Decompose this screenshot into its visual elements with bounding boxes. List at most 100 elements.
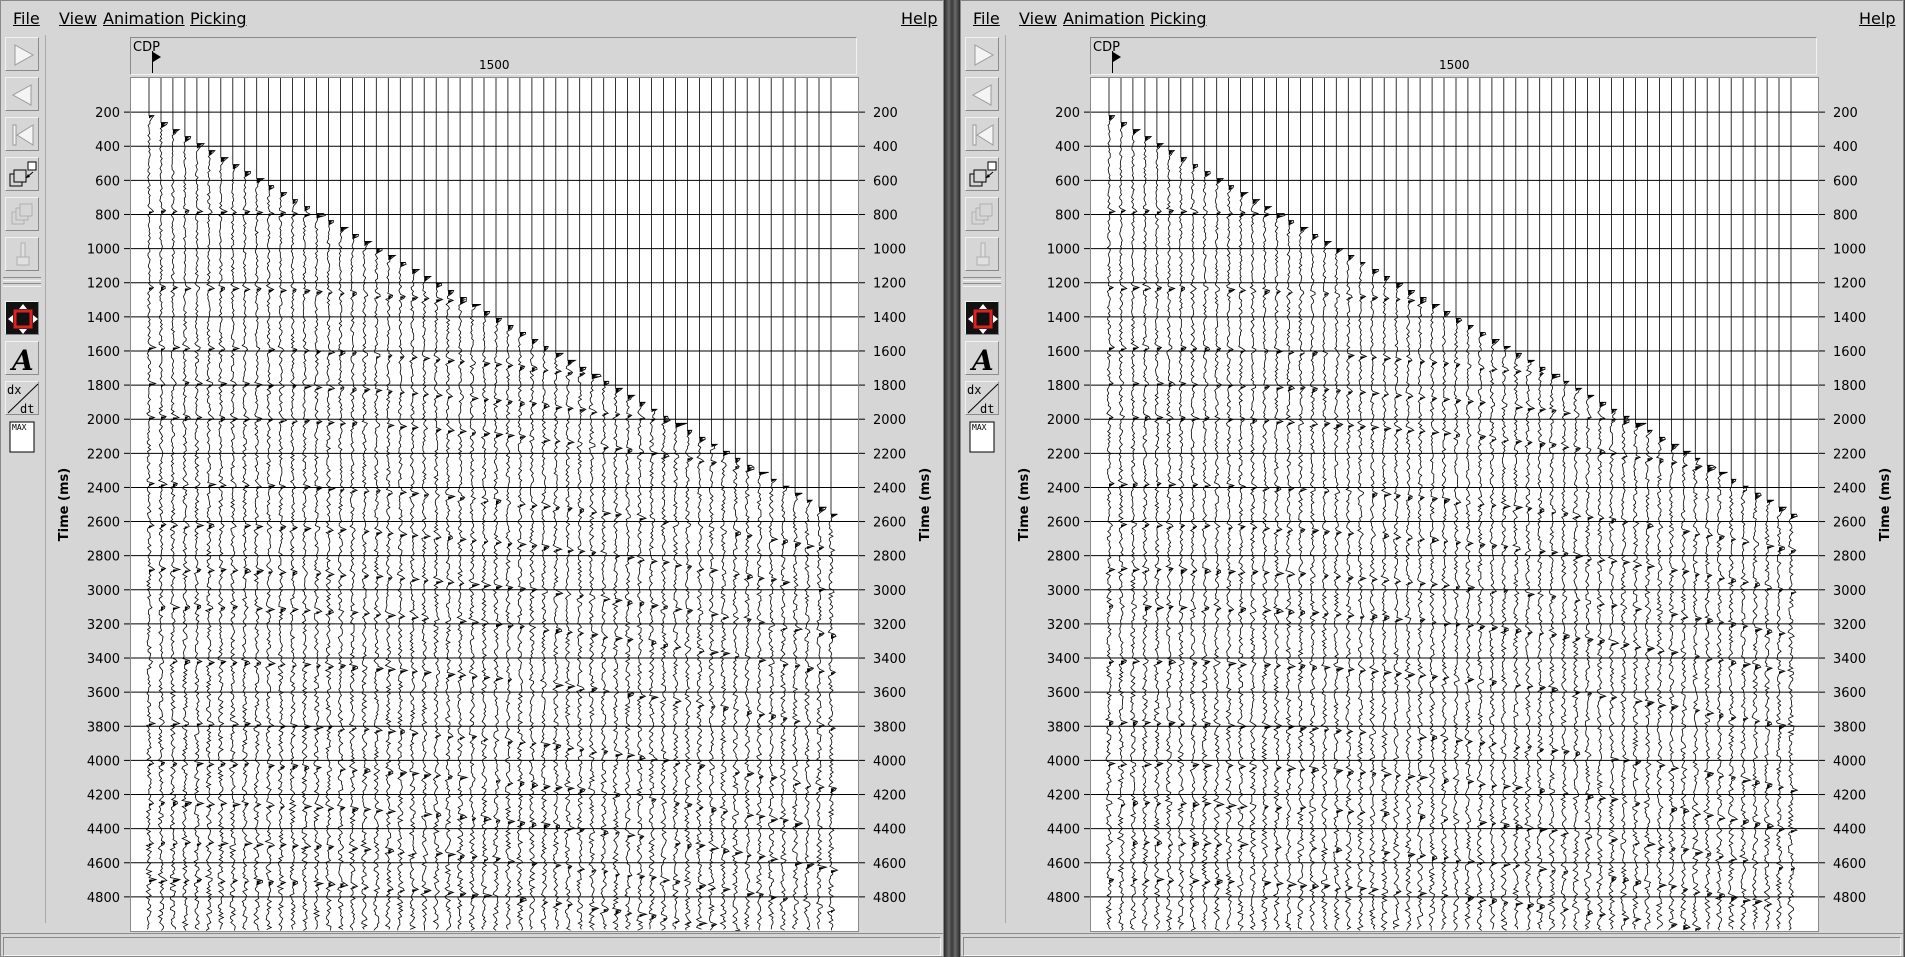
y-tick-label: 2800	[1047, 550, 1080, 565]
status-bar	[961, 933, 1903, 956]
menu-help[interactable]: Help	[901, 9, 937, 28]
seismic-trace	[253, 78, 266, 931]
trace-fill	[783, 486, 790, 902]
dx-dt-slope-icon[interactable]: dx dt	[965, 381, 999, 416]
y-tick-label: 800	[873, 208, 898, 223]
y-tick-label: 1200	[1047, 277, 1080, 292]
annotate-text-icon[interactable]: A	[965, 341, 999, 376]
seismic-trace	[778, 78, 791, 931]
max-amplitude-icon[interactable]: MAX	[965, 419, 999, 453]
y-tick-label: 1000	[1833, 243, 1866, 258]
cdp-marker-icon[interactable]	[1113, 52, 1121, 62]
pan-move-icon[interactable]	[965, 301, 999, 335]
seismic-trace	[707, 78, 720, 931]
menu-file[interactable]: File	[13, 9, 40, 28]
rewind-to-start-icon[interactable]	[965, 117, 999, 151]
y-tick-label: 3600	[1047, 686, 1080, 701]
trace-fill	[579, 367, 586, 873]
y-tick-label: 400	[95, 140, 120, 155]
seismic-trace	[1703, 78, 1717, 930]
y-tick-label: 4800	[1047, 891, 1080, 906]
rewind-to-start-icon[interactable]	[5, 117, 39, 151]
seismic-trace	[1105, 78, 1117, 930]
seismic-trace	[1727, 78, 1739, 930]
trace-fill	[1503, 346, 1511, 906]
y-tick-label: 4000	[87, 754, 120, 769]
y-tick-label: 3400	[873, 652, 906, 667]
max-amplitude-icon[interactable]: MAX	[5, 419, 39, 453]
menu-help[interactable]: Help	[1859, 9, 1895, 28]
menu-file[interactable]: File	[973, 9, 1000, 28]
paintbrush-icon[interactable]	[965, 237, 999, 271]
y-tick-label: 1200	[873, 277, 906, 292]
trace-fill	[460, 297, 468, 897]
y-tick-label: 3400	[87, 652, 120, 667]
y-tick-label: 3200	[873, 618, 906, 633]
stack-windows-icon[interactable]	[5, 197, 39, 231]
pane-divider[interactable]	[944, 0, 960, 957]
seismic-trace	[1607, 78, 1620, 930]
seismic-trace	[217, 78, 230, 930]
seismic-trace	[1595, 78, 1607, 931]
seismic-trace	[695, 78, 708, 930]
seismic-plot[interactable]	[1090, 77, 1819, 932]
zoom-window-icon[interactable]	[5, 157, 39, 191]
seismic-trace	[1571, 78, 1584, 931]
stack-windows-icon[interactable]	[965, 197, 999, 231]
play-forward-icon[interactable]	[5, 37, 39, 71]
seismic-trace	[468, 78, 482, 931]
play-forward-icon[interactable]	[965, 37, 999, 71]
y-tick-label: 4800	[87, 891, 120, 906]
seismic-trace	[599, 78, 612, 930]
menu-animation[interactable]: Animation	[103, 9, 185, 28]
seismic-trace	[1499, 78, 1512, 931]
y-tick-label: 4600	[87, 857, 120, 872]
time-axis-title-right: Time (ms)	[1878, 467, 1894, 542]
cdp-value: 1500	[479, 58, 510, 72]
status-field	[3, 937, 941, 956]
y-tick-label: 2200	[87, 447, 120, 462]
menu-picking[interactable]: Picking	[190, 9, 247, 28]
seismic-trace	[480, 78, 493, 930]
seismic-trace	[491, 78, 504, 931]
y-tick-label: 200	[95, 106, 120, 121]
menu-animation[interactable]: Animation	[1063, 9, 1145, 28]
y-tick-label: 2000	[873, 413, 906, 428]
svg-text:A: A	[9, 344, 34, 376]
seismic-trace	[384, 78, 397, 930]
y-tick-label: 1400	[1047, 311, 1080, 326]
cdp-marker-icon[interactable]	[153, 52, 161, 62]
paintbrush-icon[interactable]	[5, 237, 39, 271]
seismic-trace	[444, 78, 457, 931]
trace-fill	[819, 507, 827, 871]
seismic-trace	[1367, 78, 1381, 930]
y-tick-label: 600	[873, 174, 898, 189]
trace-fill	[280, 192, 287, 886]
seismic-trace	[1225, 78, 1238, 930]
trace-fill	[1168, 150, 1176, 884]
seismic-trace	[1763, 78, 1776, 931]
seismic-trace	[312, 78, 327, 930]
seismic-trace	[1379, 78, 1393, 931]
seismic-trace	[336, 78, 350, 930]
menu-view[interactable]: View	[59, 9, 97, 28]
y-tick-label: 4200	[1833, 789, 1866, 804]
play-backward-icon[interactable]	[5, 77, 39, 111]
annotate-text-icon[interactable]: A	[5, 341, 39, 376]
dx-dt-slope-icon[interactable]: dx dt	[5, 381, 39, 416]
y-tick-label: 3000	[1047, 584, 1080, 599]
time-axis-title-right: Time (ms)	[918, 467, 934, 542]
menu-picking[interactable]: Picking	[1150, 9, 1207, 28]
play-backward-icon[interactable]	[965, 77, 999, 111]
menu-view[interactable]: View	[1019, 9, 1057, 28]
seismic-plot[interactable]	[130, 77, 859, 934]
seismic-trace	[1332, 78, 1345, 931]
pan-move-icon[interactable]	[5, 301, 39, 335]
seismic-trace	[1523, 78, 1536, 931]
zoom-window-icon[interactable]	[965, 157, 999, 191]
seismic-trace	[1786, 78, 1799, 931]
y-tick-label: 3600	[1833, 686, 1866, 701]
seismic-trace	[802, 78, 816, 931]
seismic-trace	[1164, 78, 1177, 931]
y-tick-label: 2200	[1047, 447, 1080, 462]
